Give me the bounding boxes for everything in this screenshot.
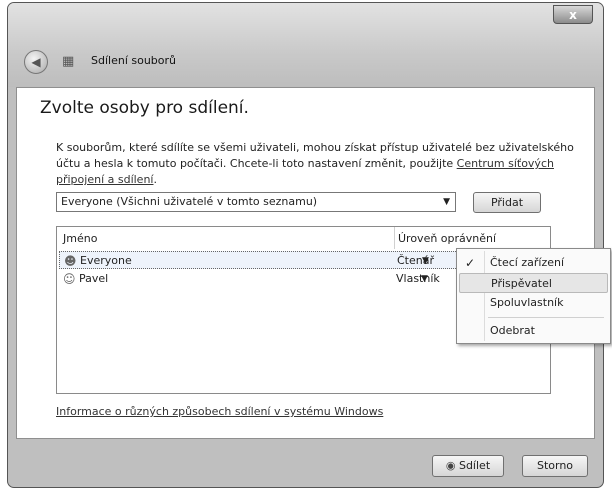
page-heading: Zvolte osoby pro sdílení. xyxy=(40,98,249,118)
shield-icon: ◉ xyxy=(445,459,456,472)
group-icon: ☻ xyxy=(64,254,77,268)
column-separator[interactable] xyxy=(394,227,395,249)
menu-item-coowner[interactable]: Spoluvlastník xyxy=(459,293,608,313)
sharing-app-icon: ▦ xyxy=(62,54,75,69)
back-button[interactable]: ◀ xyxy=(24,50,48,74)
permission-dropdown-arrow-icon[interactable]: ▼ xyxy=(421,270,428,288)
menu-item-label: Čtecí zařízení xyxy=(490,256,565,269)
back-arrow-icon: ◀ xyxy=(31,55,41,69)
column-header-permission[interactable]: Úroveň oprávnění xyxy=(398,232,496,245)
title-bar: x ◀ ▦ Sdílení souborů xyxy=(8,3,603,87)
sharing-info-link[interactable]: Informace o různých způsobech sdílení v … xyxy=(56,405,383,418)
row-user-name: Pavel xyxy=(79,272,109,285)
user-select-combobox[interactable]: Everyone (Všichni uživatelé v tomto sezn… xyxy=(56,192,456,212)
user-select-value: Everyone (Všichni uživatelé v tomto sezn… xyxy=(61,195,318,208)
dropdown-arrow-icon[interactable]: ▼ xyxy=(443,193,450,211)
share-button-label: Sdílet xyxy=(458,459,491,472)
close-button[interactable]: x xyxy=(553,5,593,24)
cancel-button[interactable]: Storno xyxy=(522,455,588,477)
menu-separator xyxy=(488,317,604,318)
window-title: Sdílení souborů xyxy=(91,54,177,67)
sharing-description: K souborům, které sdílíte se všemi uživa… xyxy=(56,140,586,188)
menu-item-label: Odebrat xyxy=(490,324,535,337)
add-button[interactable]: Přidat xyxy=(473,192,541,213)
column-header-name[interactable]: Jméno xyxy=(63,232,97,245)
row-permission-dropdown[interactable]: Vlastník xyxy=(396,270,440,288)
menu-item-label: Spoluvlastník xyxy=(490,296,564,309)
close-icon: x xyxy=(569,8,577,22)
row-user-name: Everyone xyxy=(80,254,132,267)
permission-dropdown-arrow-icon[interactable]: ▼ xyxy=(422,252,429,270)
user-icon: ☺ xyxy=(63,272,76,286)
menu-item-reader[interactable]: ✓ Čtecí zařízení xyxy=(459,253,608,273)
checkmark-icon: ✓ xyxy=(465,256,476,270)
menu-item-label: Přispěvatel xyxy=(491,277,552,290)
permission-context-menu: ✓ Čtecí zařízení Přispěvatel Spoluvlastn… xyxy=(456,248,611,344)
menu-item-remove[interactable]: Odebrat xyxy=(459,321,608,341)
menu-item-contributor[interactable]: Přispěvatel xyxy=(459,273,608,293)
description-end: . xyxy=(153,173,157,186)
share-button[interactable]: ◉ Sdílet xyxy=(432,455,504,477)
